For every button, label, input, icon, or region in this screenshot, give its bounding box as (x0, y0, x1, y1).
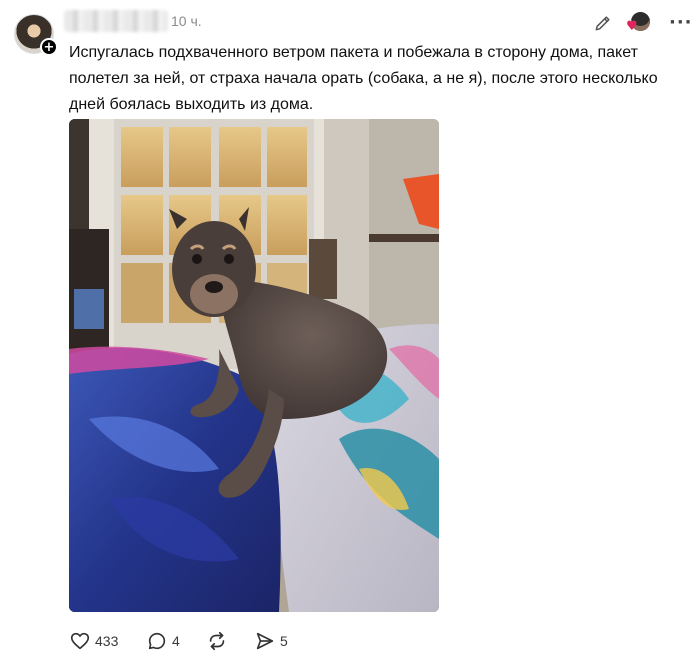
comment-bubble-icon (148, 632, 166, 650)
send-icon (256, 632, 274, 650)
dog-on-bed-image (69, 119, 439, 612)
like-button[interactable]: 433 (69, 628, 118, 654)
reaction-avatar[interactable]: ♥ (626, 12, 650, 34)
reply-count: 4 (172, 633, 180, 649)
like-count: 433 (95, 633, 119, 649)
heart-badge-icon: ♥ (626, 19, 638, 34)
repost-arrows-icon (209, 631, 225, 651)
more-dots-icon[interactable]: ··· (669, 12, 693, 33)
post-text: Испугалась подхваченного ветром пакета и… (69, 44, 658, 113)
share-count: 5 (280, 633, 288, 649)
pencil-icon[interactable] (593, 13, 613, 33)
username-redacted[interactable] (64, 10, 168, 32)
share-button[interactable]: 5 (254, 628, 288, 654)
heart-icon (70, 632, 90, 650)
follow-plus-icon[interactable]: + (40, 38, 58, 56)
repost-button[interactable] (206, 628, 232, 654)
post-card: + 10 ч. ♥ ··· Испугалась подхваченного в… (0, 0, 700, 663)
post-photo[interactable] (69, 119, 439, 612)
post-time: 10 ч. (171, 13, 202, 29)
reply-button[interactable]: 4 (146, 628, 180, 654)
